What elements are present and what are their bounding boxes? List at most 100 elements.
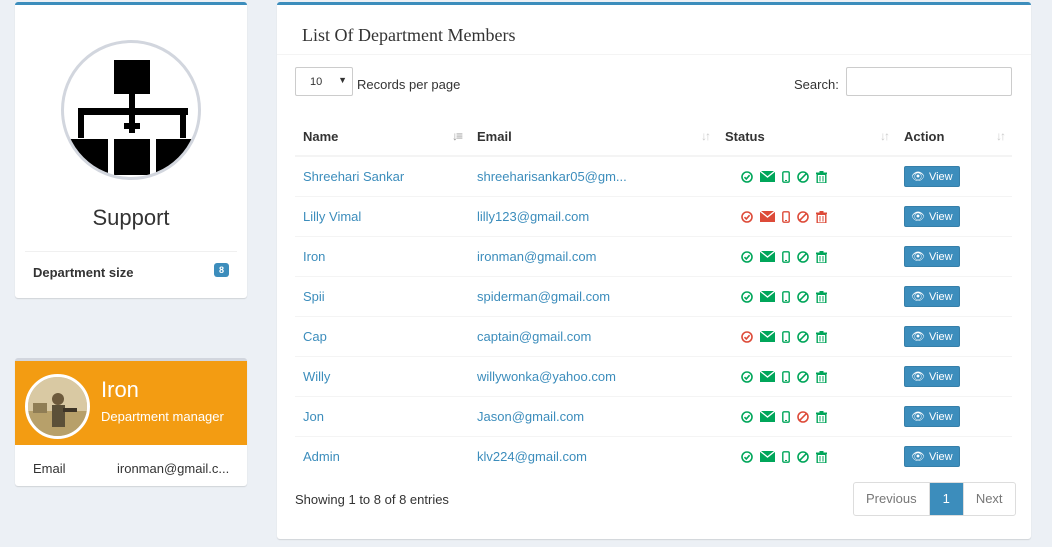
member-name-link[interactable]: Cap	[303, 329, 327, 344]
trash-icon[interactable]	[816, 210, 827, 223]
view-button-label: View	[928, 331, 953, 343]
member-action-cell: 👁 View	[896, 276, 1012, 317]
member-email-link[interactable]: Jason@gmail.com	[477, 409, 584, 424]
column-status-label: Status	[725, 128, 765, 144]
ban-icon[interactable]	[797, 410, 809, 423]
check-circle-icon[interactable]	[741, 410, 753, 423]
envelope-icon[interactable]	[760, 331, 775, 342]
member-action-cell: 👁 View	[896, 316, 1012, 357]
previous-page-button[interactable]: Previous	[854, 483, 930, 515]
divider	[277, 54, 1031, 55]
sort-icon: ↓↑	[701, 129, 711, 143]
manager-role: Department manager	[101, 409, 224, 424]
view-button[interactable]: 👁 View	[904, 326, 960, 347]
envelope-icon[interactable]	[760, 171, 775, 182]
member-name-link[interactable]: Lilly Vimal	[303, 209, 361, 224]
check-circle-icon[interactable]	[741, 210, 753, 223]
mobile-icon[interactable]	[782, 450, 790, 463]
check-circle-icon[interactable]	[741, 170, 753, 183]
table-row: Spii spiderman@gmail.com 👁 View	[295, 276, 1012, 317]
member-name-cell: Lilly Vimal	[295, 196, 469, 237]
envelope-icon[interactable]	[760, 211, 775, 222]
view-button[interactable]: 👁 View	[904, 246, 960, 267]
view-button[interactable]: 👁 View	[904, 206, 960, 227]
ban-icon[interactable]	[797, 450, 809, 463]
trash-icon[interactable]	[816, 450, 827, 463]
envelope-icon[interactable]	[760, 411, 775, 422]
member-name-link[interactable]: Admin	[303, 449, 340, 464]
ban-icon[interactable]	[797, 290, 809, 303]
mobile-icon[interactable]	[782, 370, 790, 383]
status-icons	[725, 210, 888, 223]
search-input[interactable]	[846, 67, 1012, 96]
department-size-label: Department size	[33, 265, 134, 280]
ban-icon[interactable]	[797, 210, 809, 223]
envelope-icon[interactable]	[760, 371, 775, 382]
ban-icon[interactable]	[797, 250, 809, 263]
member-name-link[interactable]: Shreehari Sankar	[303, 169, 404, 184]
table-info: Showing 1 to 8 of 8 entries	[295, 492, 449, 507]
trash-icon[interactable]	[816, 290, 827, 303]
member-email-link[interactable]: klv224@gmail.com	[477, 449, 587, 464]
table-row: Iron ironman@gmail.com 👁 View	[295, 236, 1012, 277]
column-email-label: Email	[477, 128, 512, 144]
sort-icon: ↓↑	[880, 129, 890, 143]
next-page-button[interactable]: Next	[964, 483, 1015, 515]
member-action-cell: 👁 View	[896, 436, 1012, 476]
status-icons	[725, 370, 888, 383]
page-button-1[interactable]: 1	[929, 483, 964, 515]
check-circle-icon[interactable]	[741, 450, 753, 463]
view-button[interactable]: 👁 View	[904, 406, 960, 427]
trash-icon[interactable]	[816, 370, 827, 383]
member-email-cell: Jason@gmail.com	[469, 396, 717, 437]
member-email-cell: lilly123@gmail.com	[469, 196, 717, 237]
envelope-icon[interactable]	[760, 451, 775, 462]
member-action-cell: 👁 View	[896, 236, 1012, 277]
column-header-action[interactable]: Action ↓↑	[896, 117, 1012, 157]
eye-icon: 👁	[911, 211, 925, 223]
view-button[interactable]: 👁 View	[904, 286, 960, 307]
member-name-cell: Jon	[295, 396, 469, 437]
member-name-link[interactable]: Jon	[303, 409, 324, 424]
trash-icon[interactable]	[816, 250, 827, 263]
column-header-name[interactable]: Name ↓≡	[295, 117, 469, 157]
member-email-cell: captain@gmail.com	[469, 316, 717, 357]
status-icons	[725, 450, 888, 463]
member-email-link[interactable]: shreeharisankar05@gm...	[477, 169, 627, 184]
column-header-email[interactable]: Email ↓↑	[469, 117, 717, 157]
mobile-icon[interactable]	[782, 410, 790, 423]
trash-icon[interactable]	[816, 410, 827, 423]
status-icons	[725, 170, 888, 183]
view-button[interactable]: 👁 View	[904, 166, 960, 187]
check-circle-icon[interactable]	[741, 330, 753, 343]
search-label: Search:	[794, 77, 839, 92]
envelope-icon[interactable]	[760, 291, 775, 302]
trash-icon[interactable]	[816, 170, 827, 183]
column-header-status[interactable]: Status ↓↑	[717, 117, 896, 157]
member-email-link[interactable]: captain@gmail.com	[477, 329, 591, 344]
view-button[interactable]: 👁 View	[904, 366, 960, 387]
page-length-select[interactable]: 10 ▼	[295, 67, 353, 96]
view-button[interactable]: 👁 View	[904, 446, 960, 467]
member-name-link[interactable]: Willy	[303, 369, 330, 384]
ban-icon[interactable]	[797, 330, 809, 343]
mobile-icon[interactable]	[782, 290, 790, 303]
envelope-icon[interactable]	[760, 251, 775, 262]
check-circle-icon[interactable]	[741, 370, 753, 383]
member-name-link[interactable]: Spii	[303, 289, 325, 304]
ban-icon[interactable]	[797, 370, 809, 383]
ban-icon[interactable]	[797, 170, 809, 183]
mobile-icon[interactable]	[782, 330, 790, 343]
member-email-link[interactable]: ironman@gmail.com	[477, 249, 596, 264]
mobile-icon[interactable]	[782, 170, 790, 183]
mobile-icon[interactable]	[782, 210, 790, 223]
member-name-cell: Willy	[295, 356, 469, 397]
member-name-link[interactable]: Iron	[303, 249, 325, 264]
check-circle-icon[interactable]	[741, 250, 753, 263]
member-email-link[interactable]: spiderman@gmail.com	[477, 289, 610, 304]
member-email-link[interactable]: lilly123@gmail.com	[477, 209, 589, 224]
mobile-icon[interactable]	[782, 250, 790, 263]
trash-icon[interactable]	[816, 330, 827, 343]
check-circle-icon[interactable]	[741, 290, 753, 303]
member-email-link[interactable]: willywonka@yahoo.com	[477, 369, 616, 384]
